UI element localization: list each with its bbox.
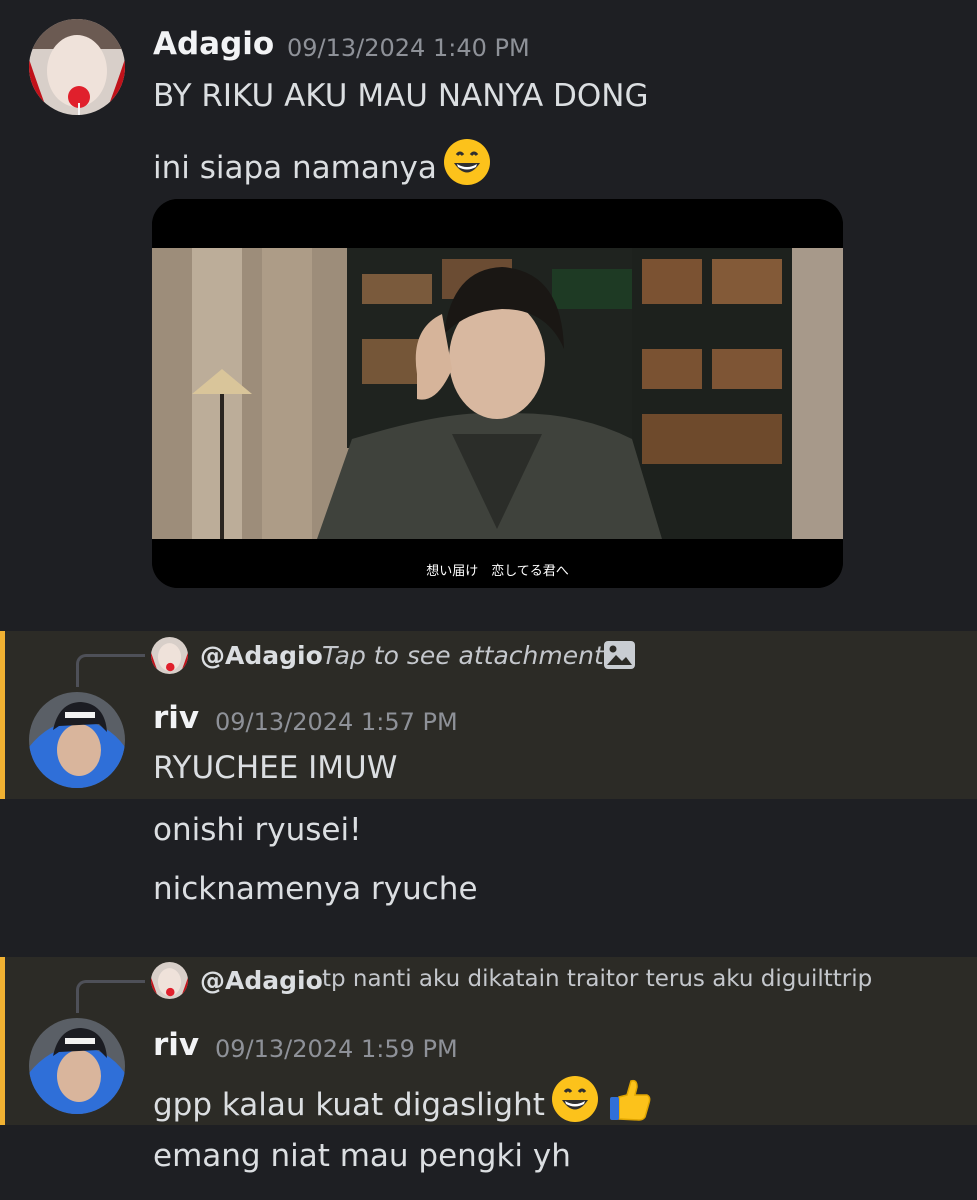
message-text: ini siapa namanya — [153, 150, 437, 186]
reply-preview-text[interactable]: tp nanti aku dikatain traitor terus aku … — [322, 966, 872, 992]
reply-preview-text[interactable]: Tap to see attachment — [322, 641, 604, 670]
reply-mention[interactable]: @Adagio — [200, 641, 323, 670]
message-text: gpp kalau kuat digaslight — [153, 1087, 545, 1123]
video-frame — [152, 199, 843, 588]
grinning-face-emoji — [443, 138, 491, 194]
video-subtitle: 想い届け 恋してる君へ — [426, 564, 569, 579]
username[interactable]: riv — [153, 1027, 199, 1063]
message-text-with-emoji: gpp kalau kuat digaslight — [153, 1075, 653, 1131]
thumbs-up-emoji — [605, 1075, 653, 1131]
message-text: emang niat mau pengki yh — [153, 1138, 571, 1174]
mention-highlight-bar — [0, 957, 5, 1125]
message-text: nicknamenya ryuche — [153, 871, 478, 907]
timestamp: 09/13/2024 1:57 PM — [215, 708, 458, 736]
reply-connector — [76, 654, 145, 687]
reply-mention[interactable]: @Adagio — [200, 966, 323, 995]
avatar-riv[interactable] — [29, 692, 125, 788]
timestamp: 09/13/2024 1:59 PM — [215, 1035, 458, 1063]
timestamp: 09/13/2024 1:40 PM — [287, 34, 530, 62]
avatar-riv[interactable] — [29, 1018, 125, 1114]
message-text: RYUCHEE IMUW — [153, 750, 398, 786]
reply-avatar-adagio[interactable] — [151, 637, 188, 674]
message-text: BY RIKU AKU MAU NANYA DONG — [153, 78, 649, 114]
video-attachment[interactable]: 想い届け 恋してる君へ — [152, 199, 843, 588]
mention-highlight-bar — [0, 631, 5, 799]
reply-connector — [76, 980, 145, 1013]
username[interactable]: Adagio — [153, 26, 274, 62]
image-icon — [603, 640, 636, 670]
username[interactable]: riv — [153, 700, 199, 736]
avatar-adagio[interactable] — [29, 19, 125, 115]
grinning-face-emoji — [551, 1075, 599, 1131]
message-text: onishi ryusei! — [153, 812, 362, 848]
message-text-with-emoji: ini siapa namanya — [153, 138, 491, 194]
reply-avatar-adagio[interactable] — [151, 962, 188, 999]
